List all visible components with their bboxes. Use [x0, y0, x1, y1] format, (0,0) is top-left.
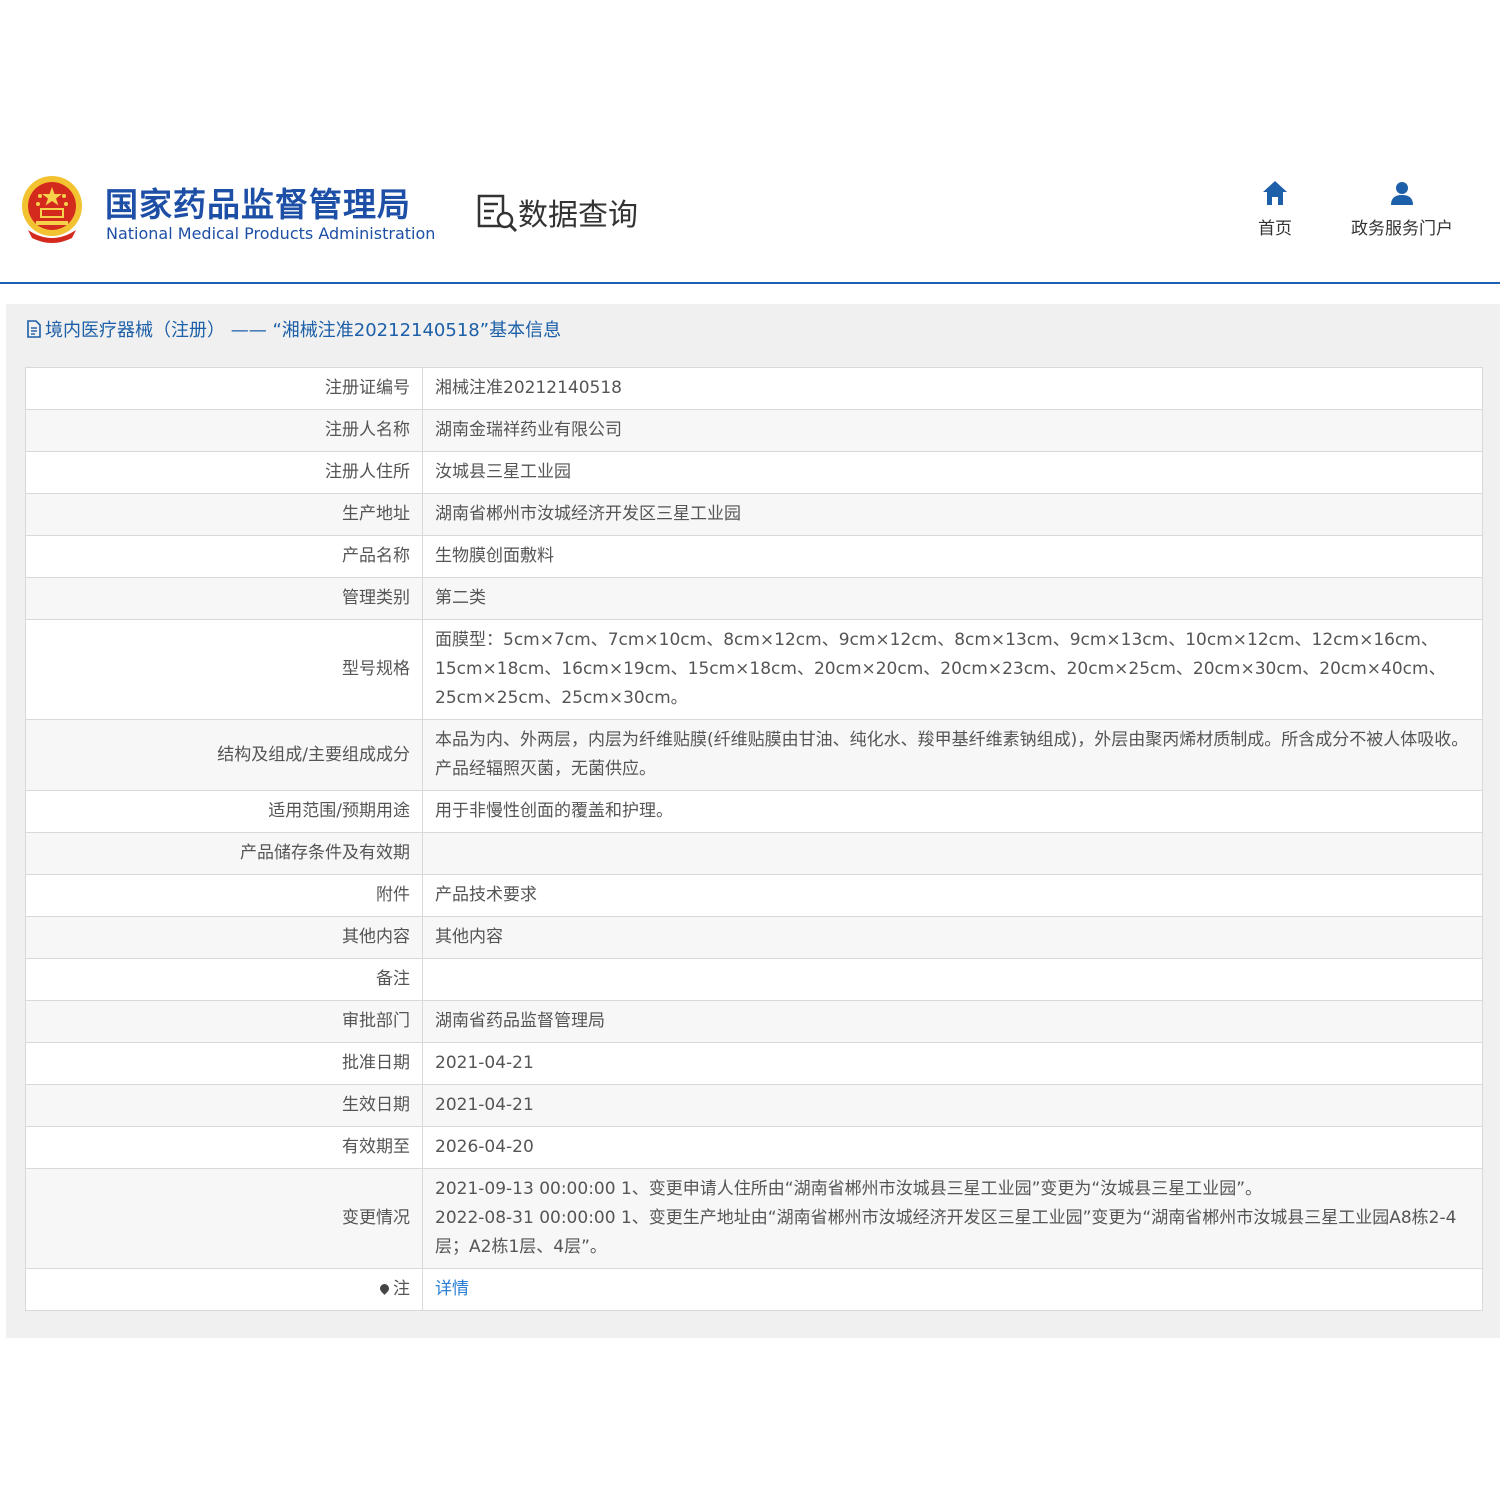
user-icon: [1391, 182, 1413, 205]
logo-title-cn: 国家药品监督管理局: [105, 185, 411, 224]
row-value: 面膜型：5cm×7cm、7cm×10cm、8cm×12cm、9cm×12cm、8…: [422, 619, 1483, 720]
breadcrumb-text: 境内医疗器械（注册） —— “湘械注准20212140518”基本信息: [45, 320, 562, 341]
table-row: 型号规格 面膜型：5cm×7cm、7cm×10cm、8cm×12cm、9cm×12…: [25, 619, 1483, 720]
row-value: 产品技术要求: [422, 874, 1483, 917]
row-value: 湖南金瑞祥药业有限公司: [422, 409, 1483, 452]
nav-home-link[interactable]: 首页: [1250, 180, 1300, 239]
row-value: 本品为内、外两层，内层为纤维贴膜(纤维贴膜由甘油、纯化水、羧甲基纤维素钠组成)，…: [422, 719, 1483, 791]
row-label: 管理类别: [25, 577, 423, 620]
row-label: 有效期至: [25, 1126, 423, 1169]
row-value: 2026-04-20: [422, 1126, 1483, 1169]
table-row: 其他内容 其他内容: [25, 916, 1483, 959]
row-label: 注: [393, 1279, 410, 1299]
row-label: 型号规格: [25, 619, 423, 720]
table-row: 结构及组成/主要组成成分 本品为内、外两层，内层为纤维贴膜(纤维贴膜由甘油、纯化水…: [25, 719, 1483, 791]
table-row: 变更情况 2021-09-13 00:00:00 1、变更申请人住所由“湖南省郴…: [25, 1168, 1483, 1269]
table-row: 管理类别 第二类: [25, 577, 1483, 620]
registration-info-table: 注册证编号 湘械注准20212140518 注册人名称 湖南金瑞祥药业有限公司 注册…: [25, 367, 1483, 1311]
table-row: 注册人名称 湖南金瑞祥药业有限公司: [25, 409, 1483, 452]
details-cell: 详情: [422, 1268, 1483, 1311]
row-label: 结构及组成/主要组成成分: [25, 719, 423, 791]
row-label: 注册人名称: [25, 409, 423, 452]
change-entry: 2022-08-31 00:00:00 1、变更生产地址由“湖南省郴州市汝城经济…: [435, 1208, 1457, 1257]
document-icon: [27, 320, 41, 338]
row-value: 其他内容: [422, 916, 1483, 959]
table-row: 批准日期 2021-04-21: [25, 1042, 1483, 1085]
row-value: [422, 958, 1483, 1001]
row-label: 注册证编号: [25, 367, 423, 410]
row-label: 变更情况: [25, 1168, 423, 1269]
row-label: 适用范围/预期用途: [25, 790, 423, 833]
nav-home-label: 首页: [1258, 219, 1292, 239]
breadcrumb: 境内医疗器械（注册） —— “湘械注准20212140518”基本信息: [26, 316, 561, 342]
table-row: 适用范围/预期用途 用于非慢性创面的覆盖和护理。: [25, 790, 1483, 833]
row-label: 备注: [25, 958, 423, 1001]
note-label-cell: 注: [25, 1268, 423, 1311]
table-row: 产品储存条件及有效期: [25, 832, 1483, 875]
row-value: 湖南省郴州市汝城经济开发区三星工业园: [422, 493, 1483, 536]
table-row: 注 详情: [25, 1268, 1483, 1311]
row-value: 湖南省药品监督管理局: [422, 1000, 1483, 1043]
row-value: 第二类: [422, 577, 1483, 620]
table-row: 生产地址 湖南省郴州市汝城经济开发区三星工业园: [25, 493, 1483, 536]
change-history: 2021-09-13 00:00:00 1、变更申请人住所由“湖南省郴州市汝城县…: [422, 1168, 1483, 1269]
row-label: 产品储存条件及有效期: [25, 832, 423, 875]
table-row: 生效日期 2021-04-21: [25, 1084, 1483, 1127]
row-value: 湘械注准20212140518: [422, 367, 1483, 410]
row-label: 注册人住所: [25, 451, 423, 494]
table-row: 有效期至 2026-04-20: [25, 1126, 1483, 1169]
nav-portal-label: 政务服务门户: [1351, 219, 1453, 239]
row-label: 生产地址: [25, 493, 423, 536]
table-row: 注册证编号 湘械注准20212140518: [25, 367, 1483, 410]
logo-title-en: National Medical Products Administration: [106, 224, 436, 243]
details-link[interactable]: 详情: [435, 1279, 469, 1299]
national-emblem-icon: [22, 176, 82, 243]
row-label: 其他内容: [25, 916, 423, 959]
row-label: 批准日期: [25, 1042, 423, 1085]
table-row: 备注: [25, 958, 1483, 1001]
table-row: 产品名称 生物膜创面敷料: [25, 535, 1483, 578]
table-row: 审批部门 湖南省药品监督管理局: [25, 1000, 1483, 1043]
row-label: 附件: [25, 874, 423, 917]
row-value: 汝城县三星工业园: [422, 451, 1483, 494]
table-row: 注册人住所 汝城县三星工业园: [25, 451, 1483, 494]
row-label: 产品名称: [25, 535, 423, 578]
site-header: 国家药品监督管理局 National Medical Products Admi…: [0, 150, 1500, 284]
data-query-label: 数据查询: [518, 198, 638, 233]
row-value: 用于非慢性创面的覆盖和护理。: [422, 790, 1483, 833]
row-value: 生物膜创面敷料: [422, 535, 1483, 578]
row-value: 2021-04-21: [422, 1042, 1483, 1085]
content-panel: 境内医疗器械（注册） —— “湘械注准20212140518”基本信息 注册证编…: [6, 304, 1500, 1338]
row-label: 审批部门: [25, 1000, 423, 1043]
table-row: 附件 产品技术要求: [25, 874, 1483, 917]
document-search-icon: [477, 194, 518, 233]
nav-portal-link[interactable]: 政务服务门户: [1340, 180, 1464, 239]
change-entry: 2021-09-13 00:00:00 1、变更申请人住所由“湖南省郴州市汝城县…: [435, 1179, 1262, 1199]
row-value: [422, 832, 1483, 875]
home-icon: [1263, 181, 1287, 205]
row-label: 生效日期: [25, 1084, 423, 1127]
pin-icon: [378, 1282, 391, 1295]
row-value: 2021-04-21: [422, 1084, 1483, 1127]
